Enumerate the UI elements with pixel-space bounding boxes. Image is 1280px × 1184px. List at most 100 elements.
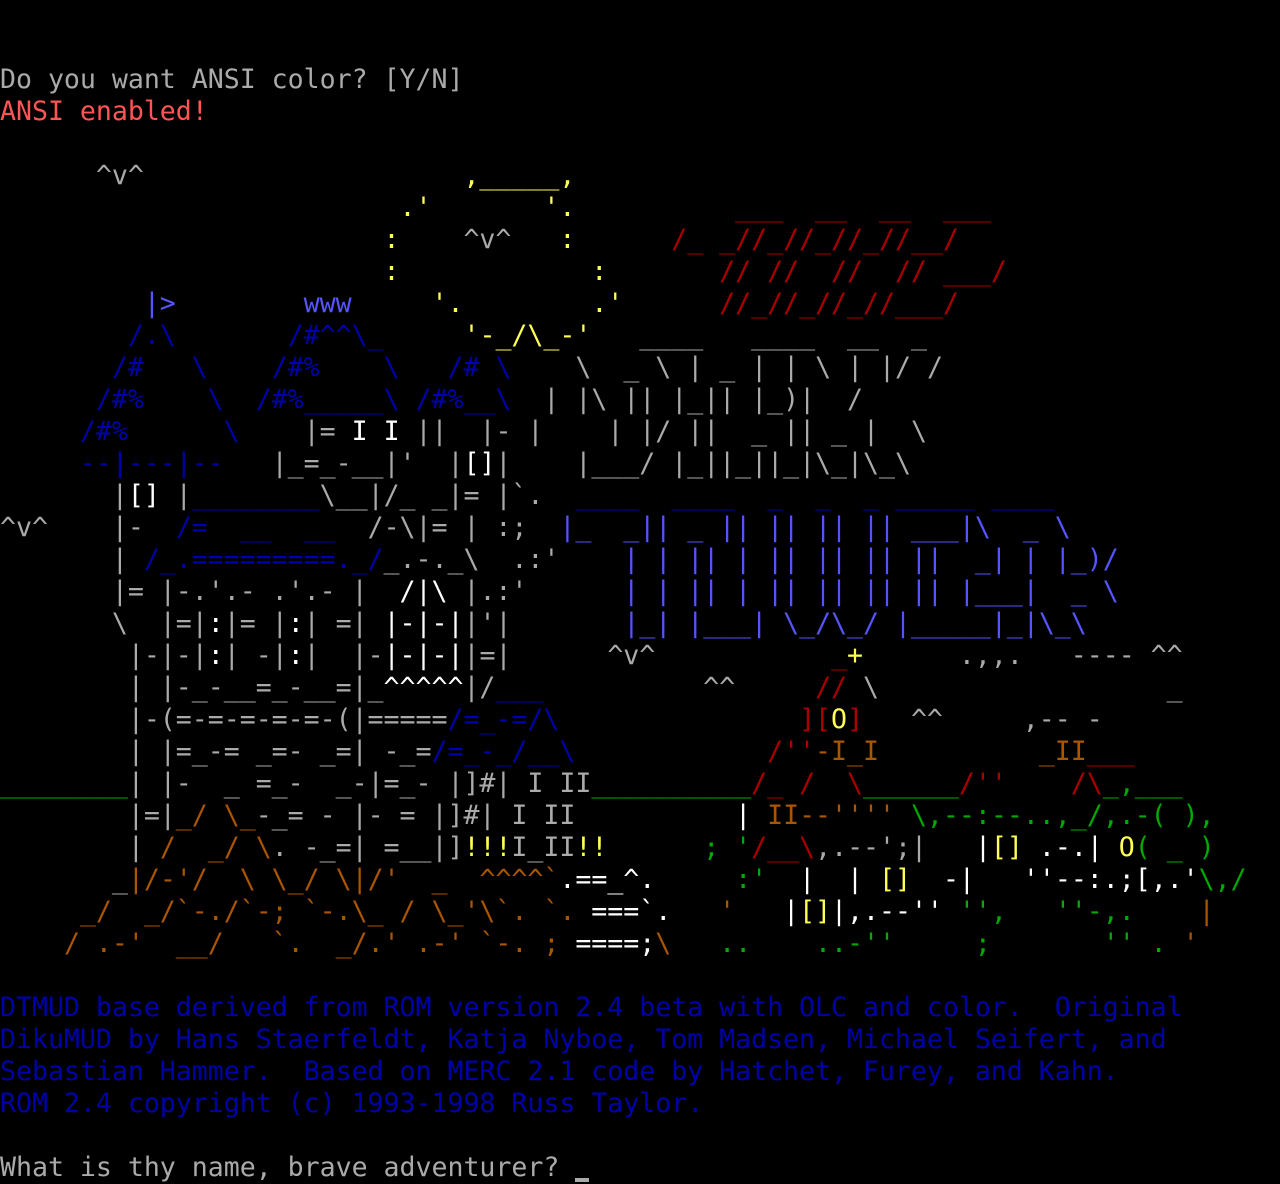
banner-segment [927, 832, 975, 863]
banner-segment: \,/ [1198, 864, 1247, 895]
banner-segment [0, 896, 80, 927]
banner-segment [176, 288, 304, 319]
banner-segment: /#%__\ [415, 384, 512, 415]
banner-segment: : [399, 256, 608, 287]
banner-segment: |-|-| [0, 640, 208, 671]
banner-segment: --|---|-- [79, 448, 224, 479]
banner-segment: .-.| [1022, 832, 1119, 863]
banner-segment: /\ [1070, 768, 1103, 799]
credits-line-1: DTMUD base derived from ROM version 2.4 … [0, 992, 1183, 1023]
banner-row: /.\ /#^^\_ '-_/\_-' ____ ____ __ _ [0, 320, 1280, 352]
banner-segment: /|\ [399, 576, 448, 607]
banner-segment: : [287, 640, 304, 671]
banner-segment: [] [879, 864, 911, 895]
banner-segment [543, 416, 607, 447]
banner-segment: ^^^^` [479, 864, 560, 895]
banner-segment: //_//_//_//___/ [623, 288, 959, 319]
banner-segment: : [527, 224, 576, 255]
banner-segment: ^v^ [431, 224, 528, 255]
banner-segment: | |-_-__=_-__=|_ [0, 672, 384, 703]
banner-segment [527, 512, 559, 543]
terminal-screen[interactable]: Do you want ANSI color? [Y/N] ANSI enabl… [0, 0, 1280, 1184]
banner-segment: |-|-| [383, 608, 464, 639]
banner-segment: ,_____, [143, 160, 576, 191]
banner-segment [128, 416, 224, 447]
banner-row: |= |-.'.- .'.- | /|\ |.:' | | || | || ||… [0, 576, 1280, 608]
banner-segment: | |=_-= _=- _=| -_= [0, 736, 432, 767]
banner-segment: |- [47, 512, 176, 543]
name-prompt-line[interactable]: What is thy name, brave adventurer? [0, 1152, 590, 1184]
banner-segment [543, 480, 575, 511]
banner-segment: | [735, 800, 768, 831]
banner-segment: |,.--'' [831, 896, 943, 927]
banner-segment: .,,. ---- ^^ [863, 640, 1183, 671]
banner-segment: .' [0, 192, 432, 223]
banner-segment: /__\ [751, 832, 816, 863]
banner-segment [208, 352, 272, 383]
banner-row: |[] |________\__|/_ _|= |`. ____ ____ _ … [0, 480, 1280, 512]
banner-segment: ^^ ,-- - [863, 704, 1103, 735]
banner-segment [975, 864, 1023, 895]
banner-segment: /#% \ [271, 352, 400, 383]
banner-segment [0, 448, 80, 479]
banner-segment: .==_^. [559, 864, 656, 895]
banner-segment: | [0, 480, 128, 511]
banner-segment [559, 544, 607, 575]
banner-segment [511, 384, 543, 415]
banner-segment: ________ [191, 480, 320, 511]
input-cursor[interactable] [575, 1178, 590, 1182]
banner-row: / .-' __/ `. _/.' .-' `-. ; ====;\ .. ..… [0, 928, 1280, 960]
banner-segment: |-(=-=-=-=-=-(|===== [0, 704, 448, 735]
banner-segment: /#% \ [95, 384, 224, 415]
banner-segment: /.\ [127, 320, 176, 351]
banner-segment: O [831, 704, 848, 735]
banner-segment: ____ ____ _ _ _ _____ ____ [575, 480, 1055, 511]
banner-segment: | [0, 544, 144, 575]
banner-segment: |_| |___| \_/\_/ |_____|_|\_\ [623, 608, 1087, 639]
banner-row: /#% \ /#%_____\ /#%__\ | |\ || |_|| |_)|… [0, 384, 1280, 416]
banner-segment: | [159, 480, 192, 511]
banner-segment: ( _ ) [1134, 832, 1215, 863]
banner-segment [511, 448, 575, 479]
banner-segment: /=_-_/__\ [431, 736, 576, 767]
banner-segment: __________ [591, 768, 752, 799]
banner-segment: _ [431, 864, 448, 895]
banner-segment [0, 320, 128, 351]
ansi-prompt: Do you want ANSI color? [Y/N] [0, 64, 464, 95]
banner-segment: /# \ [111, 352, 208, 383]
banner-segment: : [207, 608, 224, 639]
banner-segment: \ [223, 416, 240, 447]
banner-segment: ^^ [543, 672, 816, 703]
banner-segment [511, 352, 575, 383]
ansi-enabled-message: ANSI enabled! [0, 96, 208, 127]
banner-segment [511, 608, 623, 639]
banner-row: _/ _/`-./`-; `-.\_ / \_'\`. `. ===`. ' |… [0, 896, 1280, 928]
banner-segment: ____ ____ __ _ [591, 320, 927, 351]
banner-segment: ^v^ [511, 640, 656, 671]
banner-segment: | |- _ =_- _-|=_- |]#| I II [127, 768, 592, 799]
banner-segment: | =| [303, 608, 384, 639]
banner-segment: -I_I [815, 736, 879, 767]
banner-segment [879, 736, 1039, 767]
banner-segment: \ [655, 928, 672, 959]
banner-segment: /-\|= | :; [335, 512, 528, 543]
banner-segment: \ [847, 768, 864, 799]
banner-row: ________| |- _ =_- _-|=_- |]#| I II_____… [0, 768, 1280, 800]
banner-segment: ________ [0, 768, 128, 799]
banner-segment: ______ [863, 768, 959, 799]
banner-segment: / .-' __/ `. _/.' .-' `-. ; [63, 928, 576, 959]
banner-segment: // [815, 672, 848, 703]
banner-segment: |_ _|| _ || || || || ___|\ _ \ [559, 512, 1071, 543]
banner-segment: ,.--';| [815, 832, 927, 863]
banner-segment [527, 576, 607, 607]
banner-segment: ====; [575, 928, 656, 959]
banner-segment: II--'''' [767, 800, 895, 831]
banner-segment: | [495, 448, 512, 479]
banner-segment: || |- | [399, 416, 544, 447]
banner-row: : ^v^ : /_ _//_//_//_//__/ [0, 224, 1280, 256]
banner-segment: '-_/\_-' [463, 320, 592, 351]
banner-segment [0, 288, 144, 319]
banner-segment: / [783, 768, 848, 799]
banner-row: |-(=-=-=-=-=-(|=====/=_-=/\ ][O] ^^ ,-- … [0, 704, 1280, 736]
banner-segment: '', [942, 896, 1007, 927]
